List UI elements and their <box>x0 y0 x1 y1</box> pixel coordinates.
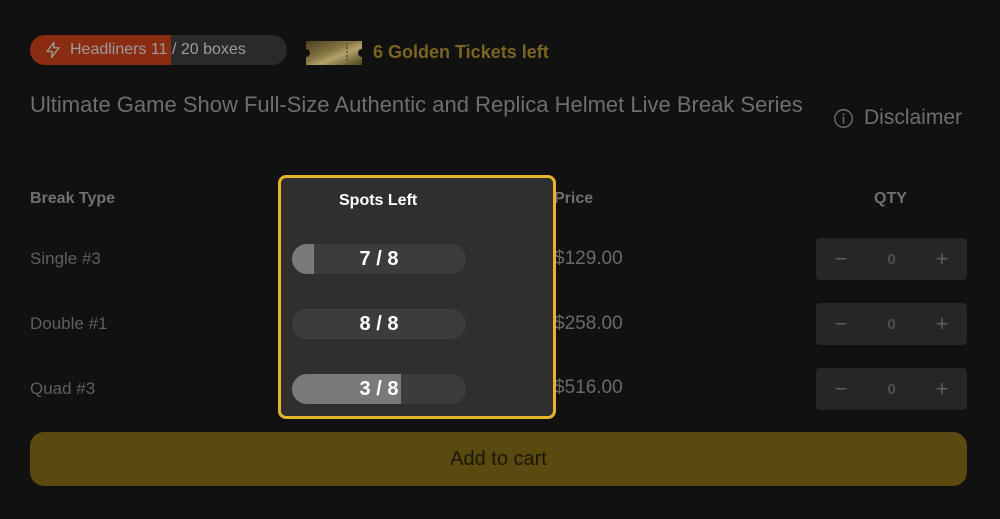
lightning-bolt-icon <box>46 41 60 59</box>
spots-left-value: 3 / 8 <box>359 377 399 400</box>
spots-progress-bar: 3 / 8 <box>292 374 466 404</box>
row-break-type: Quad #3 <box>30 379 96 398</box>
minus-icon[interactable]: − <box>816 238 866 280</box>
spots-progress-bar: 8 / 8 <box>292 309 466 339</box>
row-price: $258.00 <box>554 313 623 334</box>
disclaimer-link[interactable]: Disclaimer <box>833 106 962 130</box>
page-title: Ultimate Game Show Full-Size Authentic a… <box>30 92 803 117</box>
golden-tickets-label: 6 Golden Tickets left <box>373 42 549 62</box>
row-break-type: Double #1 <box>30 314 108 333</box>
minus-icon[interactable]: − <box>816 368 866 410</box>
column-header-price: Price <box>554 190 594 207</box>
row-break-type: Single #3 <box>30 249 101 268</box>
quantity-stepper: − 0 + <box>816 238 967 280</box>
quantity-stepper: − 0 + <box>816 303 967 345</box>
row-price: $516.00 <box>554 377 623 398</box>
minus-icon[interactable]: − <box>816 303 866 345</box>
golden-ticket-icon <box>306 41 362 65</box>
quantity-value: 0 <box>887 315 896 333</box>
column-header-spots-left: Spots Left <box>339 192 418 209</box>
quantity-value: 0 <box>887 250 896 268</box>
column-header-break-type: Break Type <box>30 190 116 207</box>
plus-icon[interactable]: + <box>917 303 967 345</box>
spots-left-panel: Spots Left 7 / 8 8 / 8 3 / 8 <box>278 175 556 419</box>
quantity-value: 0 <box>887 380 896 398</box>
quantity-stepper: − 0 + <box>816 368 967 410</box>
headliners-label: Headliners 11 / 20 boxes <box>70 41 246 58</box>
product-page: Headliners 11 / 20 boxes 6 Golden Ticket… <box>0 0 1000 519</box>
disclaimer-label: Disclaimer <box>864 106 963 129</box>
spots-left-value: 8 / 8 <box>359 312 399 335</box>
info-icon <box>834 108 853 128</box>
spots-progress-bar: 7 / 8 <box>292 244 466 274</box>
headliners-progress-pill: Headliners 11 / 20 boxes <box>30 35 287 65</box>
plus-icon[interactable]: + <box>917 368 967 410</box>
column-header-qty: QTY <box>874 190 907 207</box>
spots-left-value: 7 / 8 <box>359 247 399 270</box>
row-price: $129.00 <box>554 248 623 269</box>
add-to-cart-button[interactable]: Add to cart <box>30 432 967 486</box>
plus-icon[interactable]: + <box>917 238 967 280</box>
